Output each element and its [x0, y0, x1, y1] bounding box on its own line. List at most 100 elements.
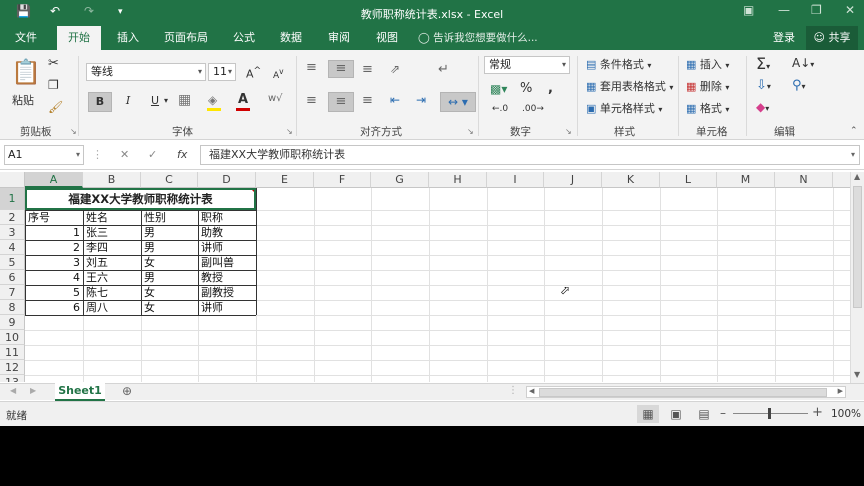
cell-gender[interactable]: 女: [142, 285, 198, 300]
font-size-dropdown[interactable]: 11 ▾: [208, 63, 236, 81]
align-top-icon[interactable]: ≡: [306, 60, 317, 75]
bold-button[interactable]: B: [88, 92, 112, 112]
header-title[interactable]: 职称: [199, 210, 256, 225]
merge-center-icon[interactable]: ↔ ▾: [440, 92, 476, 112]
column-header-a[interactable]: A: [25, 172, 83, 188]
zoom-in-icon[interactable]: +: [812, 405, 823, 420]
row-header-1[interactable]: 1: [0, 188, 25, 210]
tab-view[interactable]: 视图: [365, 26, 409, 50]
comma-style-icon[interactable]: ,: [548, 81, 553, 96]
align-left-icon[interactable]: ≡: [306, 93, 317, 108]
format-cells-button[interactable]: ▦ 格式 ▾: [686, 100, 729, 116]
column-header-i[interactable]: I: [487, 172, 544, 188]
normal-view-icon[interactable]: ▦: [637, 405, 659, 423]
sheet-tab-sheet1[interactable]: Sheet1: [55, 383, 105, 401]
zoom-out-icon[interactable]: –: [720, 406, 726, 420]
cell-gender[interactable]: 男: [142, 225, 198, 240]
find-select-icon[interactable]: ⚲▾: [792, 78, 806, 93]
conditional-formatting-button[interactable]: ▤ 条件格式 ▾: [586, 56, 651, 72]
row-header-12[interactable]: 12: [0, 360, 25, 375]
cell-title[interactable]: 教授: [199, 270, 256, 285]
cell-styles-button[interactable]: ▣ 单元格样式 ▾: [586, 100, 662, 116]
italic-button[interactable]: I: [120, 94, 136, 107]
cell-title[interactable]: 讲师: [199, 300, 256, 315]
insert-function-icon[interactable]: fx: [177, 148, 187, 161]
increase-decimal-icon[interactable]: ←.0: [492, 104, 508, 114]
phonetic-guide-icon[interactable]: w√: [268, 93, 283, 104]
cell-name[interactable]: 周八: [84, 300, 141, 315]
formula-input[interactable]: 福建XX大学教师职称统计表 ▾: [200, 145, 860, 165]
align-center-icon[interactable]: ≡: [328, 92, 354, 112]
format-as-table-button[interactable]: ▦ 套用表格格式 ▾: [586, 78, 673, 94]
underline-button[interactable]: U: [148, 94, 162, 107]
new-sheet-icon[interactable]: ⊕: [122, 384, 132, 398]
vertical-scrollbar[interactable]: ▲ ▼: [850, 172, 864, 384]
font-launcher-icon[interactable]: ↘: [286, 127, 293, 136]
cell-title[interactable]: 副教授: [199, 285, 256, 300]
cut-icon[interactable]: ✂: [48, 56, 59, 71]
fill-color-icon[interactable]: ◈: [208, 93, 217, 107]
minimize-icon[interactable]: —: [778, 3, 790, 17]
number-launcher-icon[interactable]: ↘: [565, 127, 572, 136]
column-header-n[interactable]: N: [775, 172, 833, 188]
next-sheet-icon[interactable]: ▶: [30, 386, 36, 395]
cancel-icon[interactable]: ✕: [120, 148, 129, 161]
tab-home[interactable]: 开始: [57, 26, 101, 50]
clipboard-launcher-icon[interactable]: ↘: [70, 127, 77, 136]
row-header-9[interactable]: 9: [0, 315, 25, 330]
scroll-right-icon[interactable]: ▶: [838, 387, 843, 395]
prev-sheet-icon[interactable]: ◀: [10, 386, 16, 395]
header-gender[interactable]: 性别: [142, 210, 198, 225]
column-header-l[interactable]: L: [660, 172, 717, 188]
column-header-k[interactable]: K: [602, 172, 660, 188]
row-header-3[interactable]: 3: [0, 225, 25, 240]
column-header-j[interactable]: J: [544, 172, 602, 188]
page-layout-view-icon[interactable]: ▣: [665, 405, 687, 423]
chevron-down-icon[interactable]: ▾: [164, 96, 168, 105]
row-header-5[interactable]: 5: [0, 255, 25, 270]
vertical-scroll-thumb[interactable]: [853, 186, 862, 308]
tab-review[interactable]: 审阅: [317, 26, 361, 50]
alignment-launcher-icon[interactable]: ↘: [467, 127, 474, 136]
delete-cells-button[interactable]: ▦ 删除 ▾: [686, 78, 729, 94]
cell-name[interactable]: 张三: [84, 225, 141, 240]
row-header-8[interactable]: 8: [0, 300, 25, 315]
cell-gender[interactable]: 女: [142, 255, 198, 270]
zoom-slider-handle[interactable]: [768, 408, 771, 419]
select-all-corner[interactable]: [0, 172, 25, 188]
scroll-left-icon[interactable]: ◀: [529, 387, 534, 395]
collapse-ribbon-icon[interactable]: ⌃: [850, 126, 858, 136]
cell-no[interactable]: 2: [26, 240, 83, 255]
wrap-text-icon[interactable]: ↵: [438, 62, 449, 77]
cell-name[interactable]: 王六: [84, 270, 141, 285]
decrease-indent-icon[interactable]: ⇤: [390, 93, 400, 107]
font-color-icon[interactable]: A: [238, 92, 248, 107]
header-name[interactable]: 姓名: [84, 210, 141, 225]
page-break-view-icon[interactable]: ▤: [693, 405, 715, 423]
column-header-b[interactable]: B: [83, 172, 141, 188]
copy-icon[interactable]: ❐: [48, 78, 59, 92]
close-icon[interactable]: ✕: [845, 3, 855, 17]
row-header-4[interactable]: 4: [0, 240, 25, 255]
tab-insert[interactable]: 插入: [106, 26, 150, 50]
restore-icon[interactable]: ❐: [811, 3, 822, 17]
cell-no[interactable]: 4: [26, 270, 83, 285]
tell-me-box[interactable]: ◯ 告诉我您想要做什么...: [418, 26, 538, 50]
scroll-up-icon[interactable]: ▲: [854, 172, 860, 181]
worksheet-grid[interactable]: A B C D E F G H I J K L M N 1 2 3 4 5 6 …: [0, 172, 850, 382]
scroll-down-icon[interactable]: ▼: [854, 370, 860, 379]
column-header-g[interactable]: G: [371, 172, 429, 188]
font-name-dropdown[interactable]: 等线 ▾: [86, 63, 206, 81]
sort-filter-icon[interactable]: A↓▾: [792, 56, 814, 70]
enter-icon[interactable]: ✓: [148, 148, 157, 161]
cell-title[interactable]: 副叫兽: [199, 255, 256, 270]
name-box[interactable]: A1 ▾: [4, 145, 84, 165]
row-header-6[interactable]: 6: [0, 270, 25, 285]
row-header-11[interactable]: 11: [0, 345, 25, 360]
column-header-f[interactable]: F: [314, 172, 371, 188]
paste-button[interactable]: 粘贴: [12, 92, 34, 108]
cell-name[interactable]: 陈七: [84, 285, 141, 300]
tab-page-layout[interactable]: 页面布局: [158, 26, 214, 50]
cell-gender[interactable]: 男: [142, 270, 198, 285]
tab-file[interactable]: 文件: [4, 26, 48, 50]
